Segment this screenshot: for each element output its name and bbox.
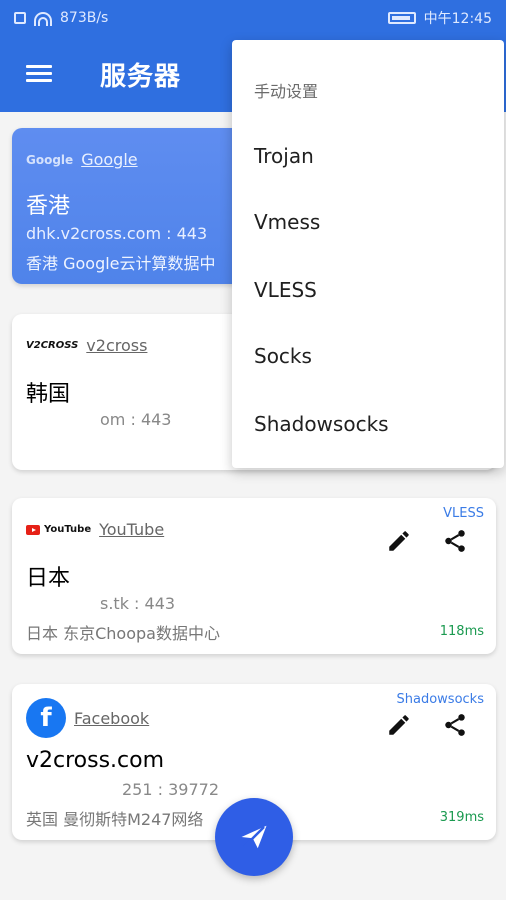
server-title: v2cross.com — [26, 748, 165, 773]
latency-value: 319ms — [439, 810, 484, 825]
server-title: 香港 — [26, 194, 71, 219]
notification-icon — [14, 12, 26, 24]
protocol-badge: VLESS — [443, 506, 484, 521]
card-actions — [384, 526, 470, 556]
youtube-play-icon — [26, 524, 40, 535]
share-button[interactable] — [440, 710, 470, 740]
brand-row: f Facebook — [26, 698, 149, 738]
server-title: 韩国 — [26, 382, 71, 407]
brand-row: Google Google — [26, 150, 138, 169]
status-bar: 873B/s 中午12:45 — [0, 0, 506, 36]
status-left: 873B/s — [14, 10, 108, 26]
menu-header-manual: 手动设置 — [254, 82, 319, 101]
card-actions — [384, 710, 470, 740]
add-server-menu: 手动设置 Trojan Vmess VLESS Socks Shadowsock… — [232, 40, 504, 468]
server-location: 日本 东京Choopa数据中心 — [26, 624, 220, 643]
wifi-icon — [34, 12, 52, 26]
server-host: 251 : 39772 — [122, 780, 219, 799]
server-host: om : 443 — [100, 410, 172, 429]
pencil-icon — [389, 715, 409, 735]
menu-item-shadowsocks[interactable]: Shadowsocks — [254, 412, 389, 436]
brand-row: V2CROSS v2cross — [26, 336, 147, 355]
share-icon — [445, 714, 465, 736]
menu-item-vmess[interactable]: Vmess — [254, 210, 320, 234]
app-screen: 873B/s 中午12:45 服务器 Google Google 香港 dhk.… — [0, 0, 506, 900]
battery-icon — [387, 12, 416, 24]
server-location: 香港 Google云计算数据中 — [26, 254, 216, 273]
status-right: 中午12:45 — [387, 8, 492, 28]
share-button[interactable] — [440, 526, 470, 556]
menu-item-socks[interactable]: Socks — [254, 344, 312, 368]
brand-row: YouTube YouTube — [26, 520, 164, 539]
server-title: 日本 — [26, 566, 71, 591]
paper-plane-icon — [241, 825, 267, 849]
brand-name[interactable]: Google — [81, 150, 137, 169]
server-location: 英国 曼彻斯特M247网络 — [26, 810, 204, 829]
youtube-logo: YouTube — [26, 524, 91, 535]
menu-item-vless[interactable]: VLESS — [254, 278, 317, 302]
hamburger-icon[interactable] — [26, 65, 52, 83]
v2cross-logo: V2CROSS — [26, 340, 79, 351]
menu-item-trojan[interactable]: Trojan — [254, 144, 314, 168]
network-speed: 873B/s — [60, 10, 109, 26]
page-title: 服务器 — [100, 61, 182, 92]
server-host: s.tk : 443 — [100, 594, 176, 613]
youtube-wordmark: YouTube — [44, 524, 92, 535]
edit-button[interactable] — [384, 710, 414, 740]
connect-fab[interactable] — [215, 798, 293, 876]
facebook-letter: f — [40, 703, 52, 733]
brand-name[interactable]: v2cross — [86, 336, 147, 355]
brand-name[interactable]: Facebook — [74, 709, 149, 728]
brand-name[interactable]: YouTube — [99, 520, 164, 539]
protocol-badge: Shadowsocks — [396, 692, 484, 707]
google-logo: Google — [26, 152, 74, 167]
edit-button[interactable] — [384, 526, 414, 556]
server-card-youtube[interactable]: VLESS YouTube YouTube 日本 s.tk: 443 日本 东… — [12, 498, 496, 654]
share-icon — [445, 530, 465, 552]
facebook-logo: f — [26, 698, 66, 738]
server-host: dhk.v2cross.com : 443 — [26, 224, 208, 243]
clock: 中午12:45 — [423, 11, 492, 27]
pencil-icon — [389, 531, 409, 551]
latency-value: 118ms — [439, 624, 484, 639]
